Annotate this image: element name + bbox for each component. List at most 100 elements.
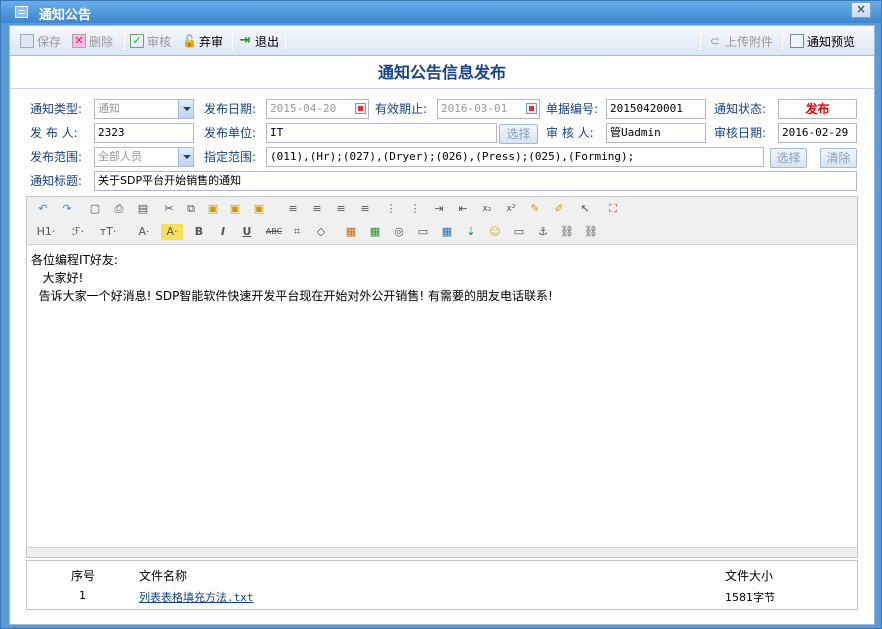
strikethrough-icon[interactable]: ABC (263, 224, 285, 240)
assigned-scope-field[interactable]: (011),(Hr);(027),(Dryer);(026),(Press);(… (266, 147, 764, 167)
publish-unit-label: 发布单位: (204, 126, 257, 140)
select-scope-button[interactable]: 选择 (770, 148, 807, 168)
reviewer-field[interactable]: 管Uadmin (606, 123, 706, 143)
calendar-icon[interactable] (355, 103, 366, 114)
exit-label: 退出 (255, 34, 280, 49)
undo-icon[interactable]: ↶ (35, 201, 51, 217)
window-titlebar[interactable]: 通知公告 × (1, 1, 881, 23)
abandon-review-button[interactable]: 🔓 弃审 (182, 32, 223, 50)
paste-text-icon[interactable]: ▣ (227, 201, 243, 217)
grid-icon[interactable]: ⌗ (289, 224, 305, 240)
exit-button[interactable]: ⇥ 退出 (238, 32, 279, 50)
status-label: 通知状态: (714, 102, 767, 116)
calendar-icon[interactable] (526, 103, 537, 114)
exit-icon: ⇥ (239, 33, 251, 48)
toolbar-divider (285, 32, 286, 50)
format-painter-icon[interactable]: ✐ (551, 201, 567, 217)
align-left-icon[interactable]: ≡ (285, 201, 301, 217)
doc-no-label: 单据编号: (546, 102, 599, 116)
insert-media-icon[interactable]: ▭ (415, 224, 431, 240)
page-break-icon[interactable]: ▭ (511, 224, 527, 240)
content-line: 大家好! (31, 271, 84, 285)
cut-icon[interactable]: ✂ (161, 201, 177, 217)
italic-icon[interactable]: I (215, 224, 231, 240)
close-button[interactable]: × (851, 2, 871, 18)
chevron-down-icon[interactable] (178, 148, 193, 166)
publish-unit-field[interactable]: IT (266, 123, 497, 143)
unlink-icon[interactable]: ⛓ (583, 224, 599, 240)
font-size-icon[interactable]: тT· (97, 224, 119, 240)
select-all-icon[interactable]: ↖ (577, 201, 593, 217)
publish-date-label: 发布日期: (204, 102, 257, 116)
notice-window: 通知公告 × 保存 ✕ 删除 ✓ 审核 🔓 弃审 ⇥ 退出 ⊂ 上传附件 通知预… (0, 0, 882, 629)
row-size: 1581字节 (725, 591, 775, 604)
publisher-field[interactable]: 2323 (94, 123, 194, 143)
insert-flash-icon[interactable]: ◎ (391, 224, 407, 240)
publish-date-value: 2015-04-20 (270, 102, 337, 115)
editor-resize-bar[interactable] (27, 547, 857, 557)
clear-format-icon[interactable]: ✎ (527, 201, 543, 217)
insert-table-icon[interactable]: ▦ (439, 224, 455, 240)
preview-icon[interactable]: ▤ (135, 201, 151, 217)
window-title: 通知公告 (39, 8, 92, 23)
lock-icon: 🔓 (182, 34, 197, 48)
unordered-list-icon[interactable]: ⋮ (407, 201, 423, 217)
subscript-icon[interactable]: x₂ (479, 201, 495, 217)
save-label: 保存 (37, 34, 62, 49)
row-no: 1 (79, 589, 86, 602)
new-document-icon[interactable]: ▢ (87, 201, 103, 217)
clear-scope-button[interactable]: 清除 (820, 148, 857, 168)
align-center-icon[interactable]: ≡ (309, 201, 325, 217)
doc-no-field[interactable]: 20150420001 (606, 99, 706, 119)
underline-icon[interactable]: U (239, 224, 255, 240)
delete-button[interactable]: ✕ 删除 (72, 32, 113, 50)
file-link[interactable]: 列表表格填充方法.txt (139, 589, 254, 605)
editor-content[interactable]: 各位编程IT好友: 大家好! 告诉大家一个好消息! SDP智能软件快速开发平台现… (31, 251, 851, 305)
bold-icon[interactable]: B (191, 224, 207, 240)
font-family-icon[interactable]: ℱ· (67, 224, 89, 240)
anchor-icon[interactable]: ⚓ (535, 224, 551, 240)
publisher-label: 发 布 人: (30, 126, 78, 140)
insert-multi-image-icon[interactable]: ▦ (367, 224, 383, 240)
valid-until-label: 有效期止: (375, 102, 428, 116)
superscript-icon[interactable]: x² (503, 201, 519, 217)
fullscreen-icon[interactable]: ⛶ (605, 201, 621, 217)
column-header-name: 文件名称 (139, 569, 188, 583)
review-date-field[interactable]: 2016-02-29 (778, 123, 857, 143)
chevron-down-icon[interactable] (178, 100, 193, 118)
type-label: 通知类型: (30, 102, 83, 116)
type-select[interactable]: 通知 (94, 99, 194, 119)
valid-until-field[interactable]: 2016-03-01 (437, 99, 540, 119)
font-color-icon[interactable]: A· (133, 224, 155, 240)
align-right-icon[interactable]: ≡ (333, 201, 349, 217)
save-button[interactable]: 保存 (20, 32, 61, 50)
valid-until-value: 2016-03-01 (441, 102, 508, 115)
subject-field[interactable]: 关于SDP平台开始销售的通知 (94, 171, 857, 191)
copy-icon[interactable]: ⧉ (183, 201, 199, 217)
print-icon[interactable]: ⎙ (111, 201, 127, 217)
eraser-icon[interactable]: ◇ (313, 224, 329, 240)
toolbar-divider (782, 32, 783, 50)
ordered-list-icon[interactable]: ⋮ (383, 201, 399, 217)
heading-icon[interactable]: H1· (35, 224, 57, 240)
align-justify-icon[interactable]: ≡ (357, 201, 373, 217)
toolbar-divider (700, 32, 701, 50)
scope-select[interactable]: 全部人员 (94, 147, 194, 167)
redo-icon[interactable]: ↷ (59, 201, 75, 217)
upload-attachment-button[interactable]: ⊂ 上传附件 (708, 32, 773, 50)
outdent-icon[interactable]: ⇤ (455, 201, 471, 217)
select-unit-button[interactable]: 选择 (499, 124, 538, 144)
preview-icon (790, 34, 804, 48)
link-icon[interactable]: ⛓ (559, 224, 575, 240)
insert-image-icon[interactable]: ▦ (343, 224, 359, 240)
paste-word-icon[interactable]: ▣ (251, 201, 267, 217)
editor-toolbar: ↶ ↷ ▢ ⎙ ▤ ✂ ⧉ ▣ ▣ ▣ ≡ ≡ ≡ ≡ ⋮ ⋮ ⇥ ⇤ x₂ x… (27, 197, 857, 245)
highlight-icon[interactable]: A· (161, 224, 183, 240)
paste-icon[interactable]: ▣ (205, 201, 221, 217)
emoticon-icon[interactable]: ☺ (487, 224, 503, 240)
publish-date-field[interactable]: 2015-04-20 (266, 99, 369, 119)
indent-icon[interactable]: ⇥ (431, 201, 447, 217)
notice-preview-button[interactable]: 通知预览 (790, 32, 855, 50)
horizontal-rule-icon[interactable]: ⇣ (463, 224, 479, 240)
review-button[interactable]: ✓ 审核 (130, 32, 171, 50)
